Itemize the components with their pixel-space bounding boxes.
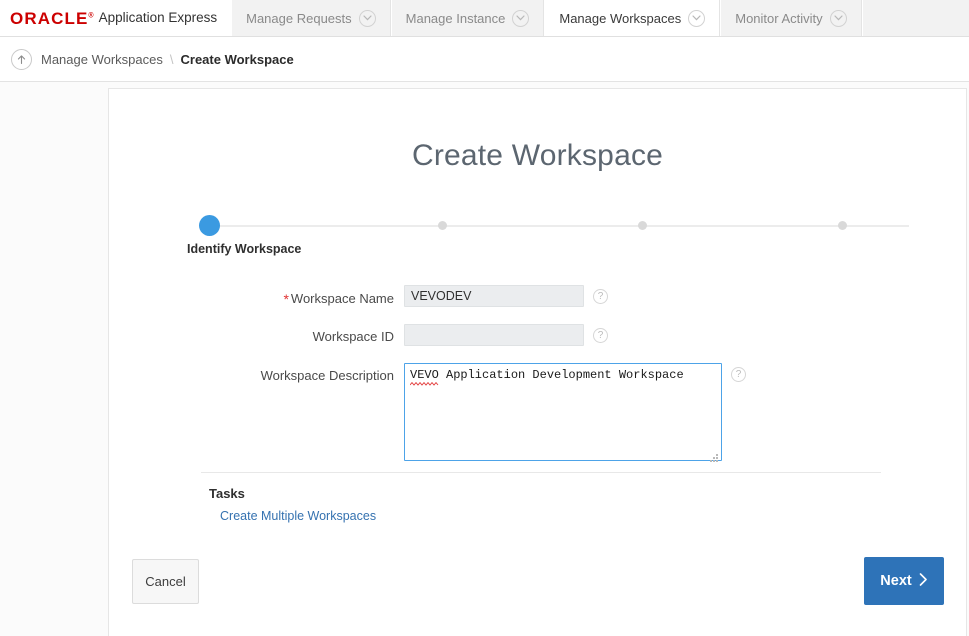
arrow-up-icon[interactable] <box>11 48 32 70</box>
chevron-down-icon[interactable] <box>358 9 376 27</box>
help-question-icon[interactable]: ? <box>593 328 608 343</box>
workspace-form: *Workspace Name ? Workspace ID ? Workspa… <box>109 285 968 483</box>
stepper-dot-identify-workspace[interactable] <box>198 215 220 236</box>
stepper-rail <box>209 225 909 227</box>
stepper-dot-step-3[interactable] <box>637 221 647 230</box>
workspace-id-input[interactable] <box>404 324 584 346</box>
tasks-section: Tasks Create Multiple Workspaces <box>209 486 376 523</box>
create-workspace-card: Create Workspace Identify Workspace * Wor… <box>108 88 967 636</box>
task-link-create-multiple-workspaces[interactable]: Create Multiple Workspaces <box>220 509 376 523</box>
registered-trademark-icon: ® <box>88 11 94 19</box>
brand-logo[interactable]: ORACLE® Application Express <box>0 0 232 36</box>
tab-manage-instance[interactable]: Manage Instance <box>390 0 545 36</box>
cancel-button[interactable]: Cancel <box>132 559 199 604</box>
workspace-description-label: Workspace Description <box>260 368 394 383</box>
workspace-description-textarea[interactable] <box>404 363 722 461</box>
chevron-down-icon[interactable] <box>829 9 847 27</box>
stepper-dot-step-4[interactable] <box>837 221 847 230</box>
required-asterisk-icon: * <box>283 291 289 307</box>
breadcrumb-parent-link[interactable]: Manage Workspaces <box>41 52 163 67</box>
next-button[interactable]: Next <box>864 557 944 605</box>
breadcrumb: Manage Workspaces \ Create Workspace <box>0 37 969 82</box>
tasks-heading: Tasks <box>209 486 245 501</box>
chevron-down-icon[interactable] <box>688 9 706 27</box>
field-row-workspace-id: Workspace ID ? <box>109 324 968 346</box>
breadcrumb-current: Create Workspace <box>180 51 294 67</box>
tab-monitor-activity-label: Monitor Activity <box>735 10 823 26</box>
tab-manage-requests[interactable]: Manage Requests <box>231 0 391 36</box>
next-button-label: Next <box>880 573 912 589</box>
stepper-dot-step-2[interactable] <box>437 221 447 230</box>
breadcrumb-separator: \ <box>169 51 174 67</box>
page-title: Create Workspace <box>411 139 664 172</box>
workspace-id-label: Workspace ID <box>312 329 394 344</box>
help-question-icon[interactable]: ? <box>731 367 746 382</box>
tab-manage-instance-label: Manage Instance <box>405 10 506 26</box>
workspace-description-wrapper <box>404 363 722 466</box>
oracle-wordmark: ORACLE® <box>10 8 94 28</box>
help-question-icon[interactable]: ? <box>593 289 608 304</box>
nav-filler <box>861 0 969 36</box>
field-row-workspace-description: Workspace Description ? <box>109 363 968 466</box>
top-navigation-bar: ORACLE® Application Express Manage Reque… <box>0 0 969 37</box>
stepper-label-identify-workspace: Identify Workspace <box>187 242 302 256</box>
section-divider <box>201 472 881 473</box>
workspace-name-label: * Workspace Name <box>283 291 394 307</box>
tab-manage-requests-label: Manage Requests <box>246 10 352 26</box>
workspace-name-input[interactable] <box>404 285 584 307</box>
chevron-right-icon <box>919 572 928 590</box>
tab-manage-workspaces[interactable]: Manage Workspaces <box>544 0 721 36</box>
product-name: Application Express <box>98 10 218 26</box>
wizard-progress-stepper: Identify Workspace <box>187 215 921 265</box>
chevron-down-icon[interactable] <box>512 9 530 27</box>
field-row-workspace-name: *Workspace Name ? <box>109 285 968 307</box>
tab-manage-workspaces-label: Manage Workspaces <box>559 10 682 26</box>
tab-monitor-activity[interactable]: Monitor Activity <box>720 0 862 36</box>
